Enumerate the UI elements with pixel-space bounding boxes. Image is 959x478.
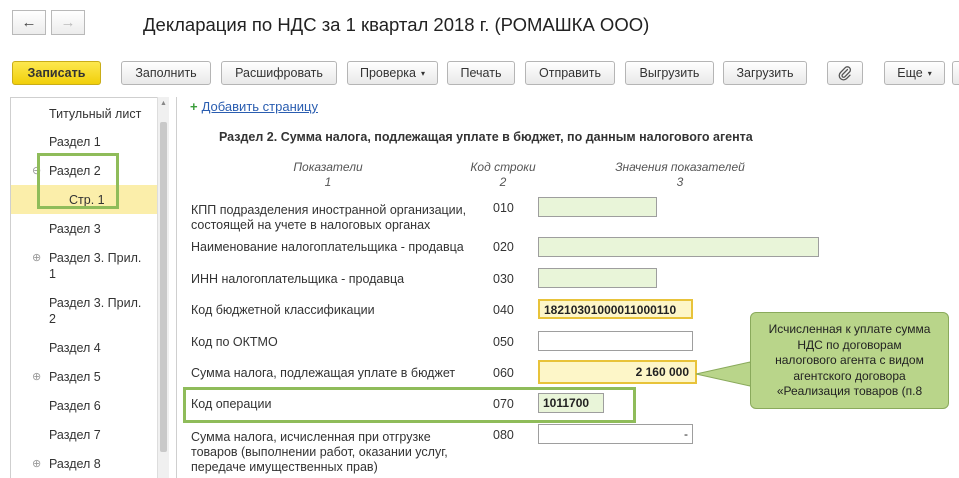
row-label-line: Сумма налога, исчисленная при отгрузке bbox=[191, 430, 431, 444]
help-button[interactable] bbox=[952, 61, 959, 85]
expand-icon[interactable]: ⊕ bbox=[32, 250, 41, 267]
tree-item-section-3-app-1[interactable]: ⊕ Раздел 3. Прил. 1 bbox=[11, 250, 157, 284]
forward-button[interactable]: → bbox=[51, 10, 85, 35]
field-kbk[interactable]: 18210301000011000110 bbox=[538, 299, 693, 319]
field-seller-name[interactable] bbox=[538, 237, 819, 257]
field-seller-inn[interactable] bbox=[538, 268, 657, 288]
scroll-thumb[interactable] bbox=[160, 122, 167, 452]
plus-icon: + bbox=[190, 99, 198, 114]
add-page-label: Добавить страницу bbox=[201, 99, 318, 114]
row-label-040: Код бюджетной классификации bbox=[191, 303, 375, 317]
highlight-frame-operation-code bbox=[183, 387, 636, 423]
callout-line: Исчисленная к уплате сумма bbox=[768, 322, 931, 336]
tree-item-label: Раздел 1 bbox=[49, 135, 101, 149]
field-tax-amount[interactable]: 2 160 000 bbox=[538, 360, 697, 384]
tree-item-label: Раздел 4 bbox=[49, 341, 101, 355]
tree-item-label: 2 bbox=[49, 312, 56, 326]
section-title: Раздел 2. Сумма налога, подлежащая уплат… bbox=[219, 130, 753, 144]
window-title: Декларация по НДС за 1 квартал 2018 г. (… bbox=[143, 14, 650, 35]
tree-item-label: Раздел 7 bbox=[49, 428, 101, 442]
tree-item-label: Титульный лист bbox=[49, 107, 142, 121]
column-header-line-code: Код строки 2 bbox=[453, 160, 553, 190]
more-dropdown-button[interactable]: Еще ▾ bbox=[884, 61, 945, 85]
chevron-down-icon: ▾ bbox=[420, 69, 425, 78]
callout-line: «Реализация товаров (п.8 bbox=[776, 384, 923, 398]
row-code-030: 030 bbox=[493, 272, 514, 286]
back-button[interactable]: ← bbox=[12, 10, 46, 35]
field-tax-on-shipment[interactable]: - bbox=[538, 424, 693, 444]
tree-item-label: Раздел 8 bbox=[49, 457, 101, 471]
row-label-010: КПП подразделения иностранной организаци… bbox=[191, 203, 466, 233]
import-button[interactable]: Загрузить bbox=[723, 61, 807, 85]
row-label-030: ИНН налогоплательщика - продавца bbox=[191, 272, 405, 286]
row-label-060: Сумма налога, подлежащая уплате в бюджет bbox=[191, 366, 456, 380]
arrow-left-icon: ← bbox=[21, 14, 37, 31]
save-button[interactable]: Записать bbox=[12, 61, 101, 85]
pane-divider[interactable] bbox=[176, 97, 177, 478]
check-label: Проверка bbox=[359, 66, 416, 80]
tree-item-label: Раздел 3. Прил. bbox=[49, 251, 142, 265]
header-label: Показатели bbox=[293, 160, 363, 174]
header-number: 1 bbox=[324, 175, 332, 189]
header-number: 3 bbox=[676, 175, 684, 189]
chevron-down-icon: ▾ bbox=[927, 69, 932, 78]
tree-item-label: Раздел 6 bbox=[49, 399, 101, 413]
tree-item-label: Раздел 3. Прил. bbox=[49, 296, 142, 310]
header-label: Код строки bbox=[470, 160, 536, 174]
row-code-050: 050 bbox=[493, 335, 514, 349]
column-header-indicators: Показатели 1 bbox=[258, 160, 398, 190]
add-page-link[interactable]: + Добавить страницу bbox=[190, 99, 318, 114]
row-label-line: состоящей на учете в налоговых органах bbox=[191, 218, 431, 232]
print-button[interactable]: Печать bbox=[447, 61, 515, 85]
expand-icon[interactable]: ⊕ bbox=[32, 369, 41, 386]
attach-button[interactable] bbox=[827, 61, 863, 85]
scroll-up-icon[interactable]: ▲ bbox=[158, 100, 169, 107]
callout-line: агентского договора bbox=[793, 368, 906, 383]
callout-note: Исчисленная к уплате сумма НДС по догово… bbox=[750, 312, 949, 409]
tree-item-label: 1 bbox=[49, 267, 56, 281]
check-dropdown-button[interactable]: Проверка ▾ bbox=[347, 61, 438, 85]
arrow-right-icon: → bbox=[60, 14, 76, 31]
row-label-050: Код по ОКТМО bbox=[191, 335, 278, 349]
row-label-line: передаче имущественных прав) bbox=[191, 460, 378, 474]
send-button[interactable]: Отправить bbox=[525, 61, 615, 85]
row-label-080: Сумма налога, исчисленная при отгрузке то… bbox=[191, 430, 448, 475]
row-code-040: 040 bbox=[493, 303, 514, 317]
header-label: Значения показателей bbox=[615, 160, 745, 174]
fill-button[interactable]: Заполнить bbox=[121, 61, 211, 85]
callout-arrow bbox=[695, 361, 756, 387]
row-code-020: 020 bbox=[493, 240, 514, 254]
callout-line: налогового агента с видом bbox=[775, 353, 924, 367]
tree-item-label: Раздел 5 bbox=[49, 370, 101, 384]
row-label-line: товаров (выполнении работ, оказании услу… bbox=[191, 445, 448, 459]
row-code-060: 060 bbox=[493, 366, 514, 380]
field-oktmo[interactable] bbox=[538, 331, 693, 351]
tree-item-section-3-app-2[interactable]: Раздел 3. Прил. 2 bbox=[11, 295, 157, 329]
header-number: 2 bbox=[499, 175, 507, 189]
row-code-080: 080 bbox=[493, 428, 514, 442]
column-header-values: Значения показателей 3 bbox=[590, 160, 770, 190]
tree-item-label: Раздел 3 bbox=[49, 222, 101, 236]
decode-button[interactable]: Расшифровать bbox=[221, 61, 337, 85]
export-button[interactable]: Выгрузить bbox=[625, 61, 714, 85]
row-code-010: 010 bbox=[493, 201, 514, 215]
paperclip-icon bbox=[838, 66, 852, 81]
expand-icon[interactable]: ⊕ bbox=[32, 456, 41, 473]
highlight-frame-tree bbox=[37, 153, 119, 209]
callout-line: НДС по договорам bbox=[797, 337, 902, 352]
row-label-020: Наименование налогоплательщика - продавц… bbox=[191, 240, 464, 254]
tree-scrollbar[interactable]: ▲ bbox=[157, 97, 169, 478]
more-label: Еще bbox=[897, 66, 923, 80]
field-kpp[interactable] bbox=[538, 197, 657, 217]
row-label-line: КПП подразделения иностранной организаци… bbox=[191, 203, 467, 217]
